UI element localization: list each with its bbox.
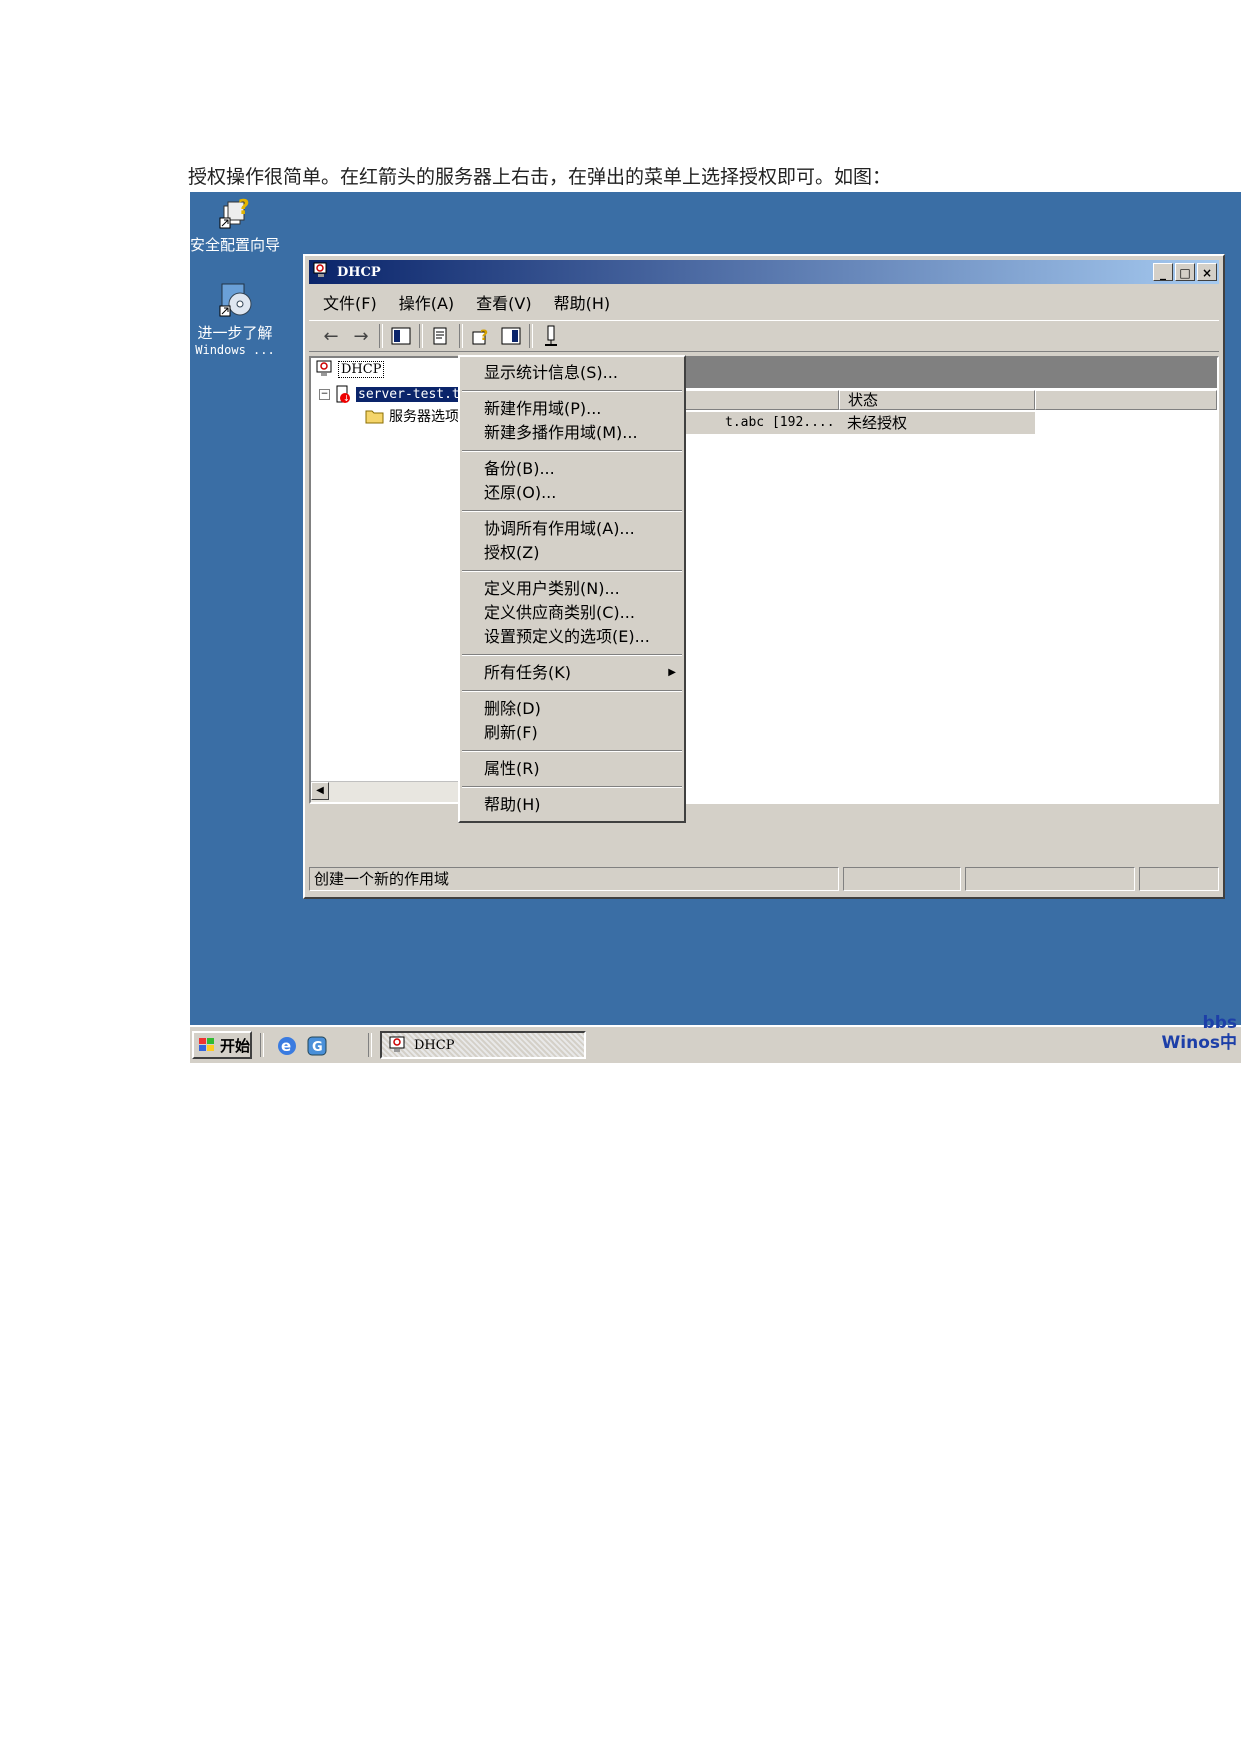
menu-item-authorize[interactable]: 授权(Z) bbox=[460, 541, 684, 565]
menu-file[interactable]: 文件(F) bbox=[323, 290, 377, 314]
menu-item-backup[interactable]: 备份(B)... bbox=[460, 457, 684, 481]
internet-explorer-icon[interactable]: e bbox=[276, 1035, 298, 1061]
menu-separator bbox=[462, 390, 682, 392]
menu-separator bbox=[462, 750, 682, 752]
close-button[interactable]: × bbox=[1197, 263, 1217, 281]
quicklaunch-separator bbox=[260, 1033, 264, 1057]
show-action-pane-icon[interactable] bbox=[499, 324, 523, 348]
watermark-top: bbs bbox=[1202, 1013, 1237, 1033]
menu-view[interactable]: 查看(V) bbox=[476, 290, 531, 314]
forward-arrow-icon[interactable]: → bbox=[349, 324, 373, 348]
menu-item-properties[interactable]: 属性(R) bbox=[460, 757, 684, 781]
folder-icon bbox=[365, 410, 384, 424]
status-panel bbox=[843, 867, 961, 891]
desktop-icon-label: 安全配置向导 bbox=[190, 236, 280, 254]
explorer-icon[interactable]: G bbox=[306, 1035, 328, 1061]
desktop-icon-security-wizard[interactable]: ? 安全配置向导 bbox=[190, 192, 290, 255]
menu-separator bbox=[462, 690, 682, 692]
taskbar: 开始 e G DHCP bbox=[190, 1025, 1241, 1063]
windows-cd-icon bbox=[216, 280, 254, 318]
menu-item-set-predefined-options[interactable]: 设置预定义的选项(E)... bbox=[460, 625, 684, 649]
screenshot: ? 安全配置向导 进一步了解 Windows ... DHCP _ □ × 文件… bbox=[190, 192, 1241, 1063]
tree-item-dhcp-root[interactable]: DHCP bbox=[315, 360, 385, 378]
collapse-toggle-icon[interactable]: − bbox=[319, 388, 330, 400]
toolbar: ← → ? bbox=[309, 320, 1219, 352]
dhcp-icon bbox=[316, 360, 332, 376]
menu-help[interactable]: 帮助(H) bbox=[554, 290, 611, 314]
desktop-icon-label: 进一步了解 bbox=[197, 324, 273, 342]
row-status: 未经授权 bbox=[847, 414, 908, 432]
start-button[interactable]: 开始 bbox=[192, 1031, 252, 1059]
svg-text:?: ? bbox=[480, 328, 488, 344]
dhcp-icon bbox=[389, 1036, 405, 1052]
export-list-icon[interactable] bbox=[429, 324, 453, 348]
svg-text:↓: ↓ bbox=[343, 394, 350, 403]
tree-label: 服务器选项 bbox=[389, 409, 459, 425]
menu-item-help[interactable]: 帮助(H) bbox=[460, 793, 684, 817]
menu-item-delete[interactable]: 删除(D) bbox=[460, 697, 684, 721]
toolbar-separator bbox=[379, 324, 383, 348]
menu-item-all-tasks[interactable]: 所有任务(K) ▶ bbox=[460, 661, 684, 685]
security-wizard-icon: ? bbox=[216, 192, 254, 230]
status-bar: 创建一个新的作用域 bbox=[309, 867, 1219, 893]
maximize-button[interactable]: □ bbox=[1175, 263, 1195, 281]
taskbar-separator bbox=[368, 1033, 372, 1057]
menu-item-show-statistics[interactable]: 显示统计信息(S)... bbox=[460, 361, 684, 385]
taskbar-item-dhcp[interactable]: DHCP bbox=[380, 1031, 586, 1059]
menu-separator bbox=[462, 450, 682, 452]
column-header-status[interactable]: 状态 bbox=[839, 390, 1035, 410]
back-arrow-icon[interactable]: ← bbox=[319, 324, 343, 348]
menu-separator bbox=[462, 570, 682, 572]
menu-separator bbox=[462, 510, 682, 512]
row-name: t.abc [192.... bbox=[725, 415, 835, 430]
menu-item-define-user-classes[interactable]: 定义用户类别(N)... bbox=[460, 577, 684, 601]
windows-flag-icon bbox=[199, 1038, 214, 1051]
taskbar-item-label: DHCP bbox=[414, 1037, 455, 1053]
help-icon[interactable]: ? bbox=[469, 324, 493, 348]
toolbar-separator bbox=[529, 324, 533, 348]
desktop-icon-sublabel: Windows ... bbox=[195, 343, 275, 357]
show-hide-tree-icon[interactable] bbox=[389, 324, 413, 348]
toolbar-separator bbox=[419, 324, 423, 348]
tree-label: DHCP bbox=[338, 360, 385, 378]
server-icon[interactable] bbox=[539, 324, 563, 348]
menu-separator bbox=[462, 786, 682, 788]
tree-item-server-options[interactable]: 服务器选项 bbox=[365, 406, 459, 426]
server-warning-icon: ↓ bbox=[336, 385, 350, 403]
menu-item-define-vendor-classes[interactable]: 定义供应商类别(C)... bbox=[460, 601, 684, 625]
menu-separator bbox=[462, 654, 682, 656]
scroll-left-arrow-icon[interactable]: ◀ bbox=[311, 782, 329, 800]
menu-item-reconcile-scopes[interactable]: 协调所有作用域(A)... bbox=[460, 517, 684, 541]
document-caption: 授权操作很简单。在红箭头的服务器上右击，在弹出的菜单上选择授权即可。如图： bbox=[188, 166, 892, 188]
menu-item-restore[interactable]: 还原(O)... bbox=[460, 481, 684, 505]
menu-item-new-scope[interactable]: 新建作用域(P)... bbox=[460, 397, 684, 421]
start-label: 开始 bbox=[220, 1036, 251, 1055]
desktop-icon-learn-windows[interactable]: 进一步了解 Windows ... bbox=[190, 280, 290, 357]
dhcp-window: DHCP _ □ × 文件(F) 操作(A) 查看(V) 帮助(H) ← → ?… bbox=[303, 254, 1225, 899]
watermark: bbs Winos中 bbox=[1162, 1013, 1237, 1053]
menu-item-new-multicast-scope[interactable]: 新建多播作用域(M)... bbox=[460, 421, 684, 445]
toolbar-separator bbox=[459, 324, 463, 348]
menu-bar: 文件(F) 操作(A) 查看(V) 帮助(H) bbox=[309, 288, 1219, 316]
dhcp-icon bbox=[313, 262, 331, 282]
menu-item-label: 所有任务(K) bbox=[484, 663, 571, 682]
svg-text:G: G bbox=[312, 1040, 323, 1055]
column-header-extra[interactable] bbox=[1035, 390, 1217, 410]
watermark-bottom: Winos中 bbox=[1161, 1033, 1237, 1053]
window-title: DHCP bbox=[337, 264, 381, 280]
status-panel bbox=[965, 867, 1135, 891]
context-menu: 显示统计信息(S)... 新建作用域(P)... 新建多播作用域(M)... 备… bbox=[458, 355, 686, 823]
status-text: 创建一个新的作用域 bbox=[309, 867, 839, 891]
window-titlebar[interactable]: DHCP _ □ × bbox=[309, 260, 1219, 284]
status-panel bbox=[1139, 867, 1219, 891]
menu-item-refresh[interactable]: 刷新(F) bbox=[460, 721, 684, 745]
svg-text:e: e bbox=[281, 1037, 291, 1055]
svg-text:?: ? bbox=[238, 195, 250, 219]
submenu-arrow-icon: ▶ bbox=[668, 667, 676, 678]
menu-action[interactable]: 操作(A) bbox=[399, 290, 454, 314]
minimize-button[interactable]: _ bbox=[1153, 263, 1173, 281]
